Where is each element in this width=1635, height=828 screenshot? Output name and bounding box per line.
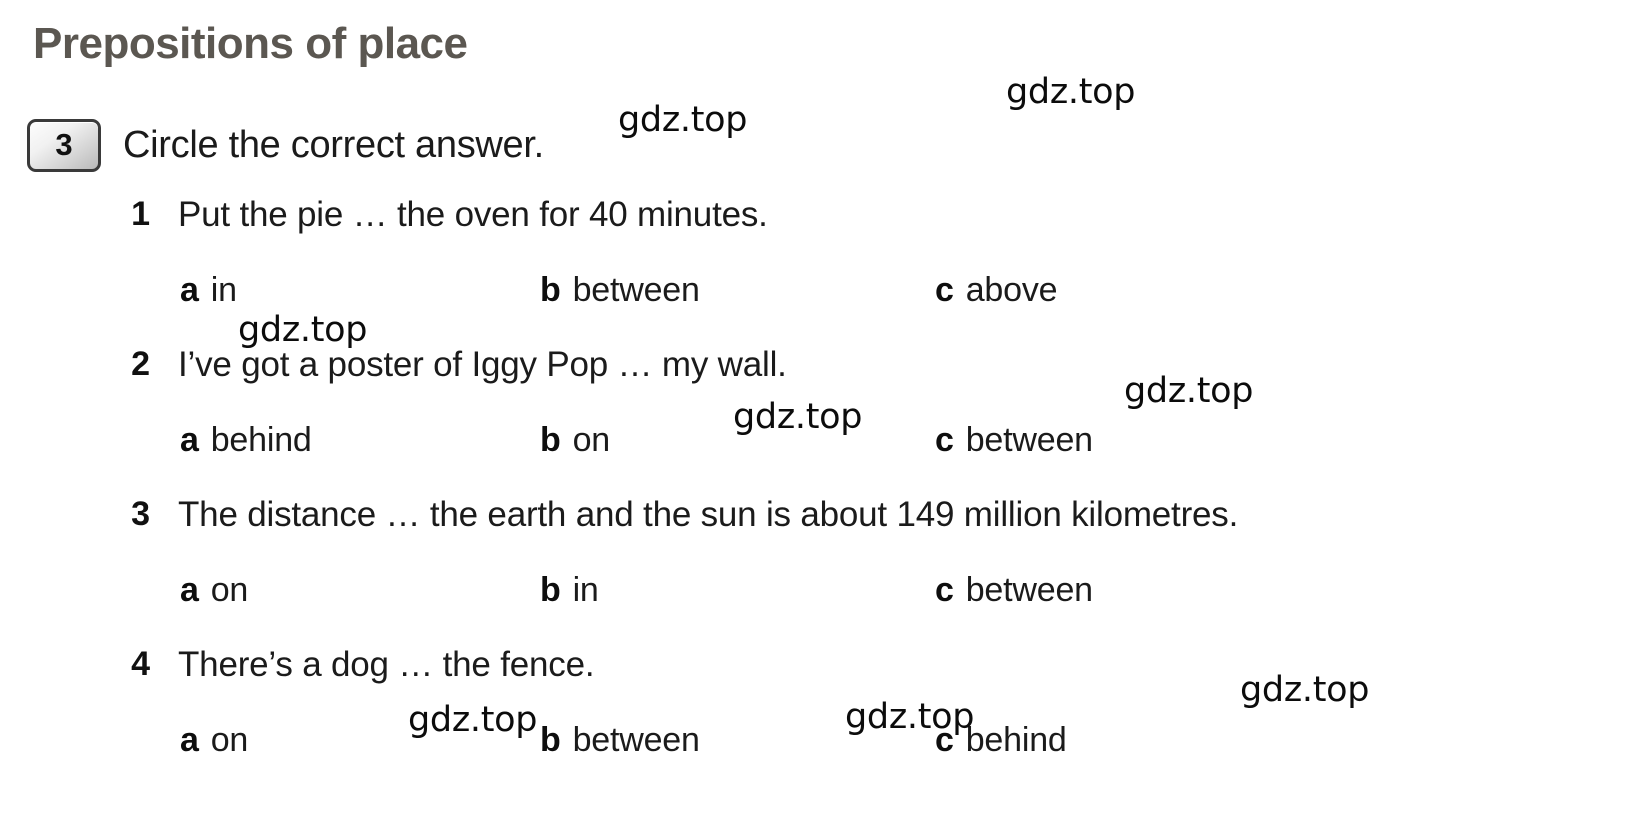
options-row: a in b between c above (0, 271, 1635, 345)
option-text: above (965, 271, 1058, 309)
answer-option-b[interactable]: b on (540, 421, 610, 460)
question-number: 1 (131, 195, 150, 233)
option-letter: b (540, 421, 561, 459)
options-row: a on b between c behind (0, 721, 1635, 795)
question-block: 4 There’s a dog … the fence. a on b between c b… (0, 645, 1635, 795)
option-text: between (965, 421, 1093, 459)
answer-option-b[interactable]: b between (540, 721, 700, 760)
option-letter: a (180, 271, 199, 309)
question-line: 2 I’ve got a poster of Iggy Pop … my wall… (0, 345, 1635, 421)
page-title: Prepositions of place (33, 19, 468, 68)
question-block: 3 The distance … the earth and the sun is… (0, 495, 1635, 645)
option-text: on (210, 721, 249, 759)
answer-option-c[interactable]: c between (935, 571, 1093, 610)
option-letter: c (935, 721, 954, 759)
option-letter: c (935, 421, 954, 459)
exercise-header: 3 Circle the correct answer. (27, 118, 544, 172)
question-number: 4 (131, 645, 150, 683)
option-text: in (572, 571, 599, 609)
answer-option-b[interactable]: b between (540, 271, 700, 310)
watermark: gdz.top (618, 100, 748, 140)
answer-option-a[interactable]: a behind (180, 421, 312, 460)
option-text: on (572, 421, 611, 459)
question-number: 2 (131, 345, 150, 383)
question-line: 3 The distance … the earth and the sun is… (0, 495, 1635, 571)
answer-option-c[interactable]: c between (935, 421, 1093, 460)
answer-option-b[interactable]: b in (540, 571, 599, 610)
answer-option-a[interactable]: a on (180, 571, 248, 610)
option-letter: a (180, 571, 199, 609)
question-line: 1 Put the pie … the oven for 40 minutes. (0, 195, 1635, 271)
option-letter: c (935, 271, 954, 309)
question-block: 2 I’ve got a poster of Iggy Pop … my wall… (0, 345, 1635, 495)
option-text: between (965, 571, 1093, 609)
option-text: behind (210, 421, 312, 459)
option-text: behind (965, 721, 1067, 759)
question-text: Put the pie … the oven for 40 minutes. (178, 195, 768, 234)
option-letter: a (180, 421, 199, 459)
worksheet-page: Prepositions of place 3 Circle the corre… (0, 0, 1635, 828)
answer-option-a[interactable]: a in (180, 271, 237, 310)
answer-option-c[interactable]: c behind (935, 721, 1067, 760)
exercise-instruction: Circle the correct answer. (123, 123, 544, 166)
exercise-number-badge: 3 (27, 118, 101, 172)
option-text: on (210, 571, 249, 609)
option-text: between (572, 271, 700, 309)
watermark: gdz.top (1006, 72, 1136, 112)
question-number: 3 (131, 495, 150, 533)
option-letter: b (540, 271, 561, 309)
option-letter: c (935, 571, 954, 609)
options-row: a behind b on c between (0, 421, 1635, 495)
answer-option-c[interactable]: c above (935, 271, 1058, 310)
option-text: between (572, 721, 700, 759)
options-row: a on b in c between (0, 571, 1635, 645)
option-letter: a (180, 721, 199, 759)
question-text: There’s a dog … the fence. (178, 645, 595, 684)
option-letter: b (540, 571, 561, 609)
question-text: I’ve got a poster of Iggy Pop … my wall. (178, 345, 787, 384)
answer-option-a[interactable]: a on (180, 721, 248, 760)
question-list: 1 Put the pie … the oven for 40 minutes. a… (0, 195, 1635, 795)
question-text: The distance … the earth and the sun is … (178, 495, 1239, 534)
option-text: in (210, 271, 237, 309)
option-letter: b (540, 721, 561, 759)
question-block: 1 Put the pie … the oven for 40 minutes. a… (0, 195, 1635, 345)
question-line: 4 There’s a dog … the fence. (0, 645, 1635, 721)
